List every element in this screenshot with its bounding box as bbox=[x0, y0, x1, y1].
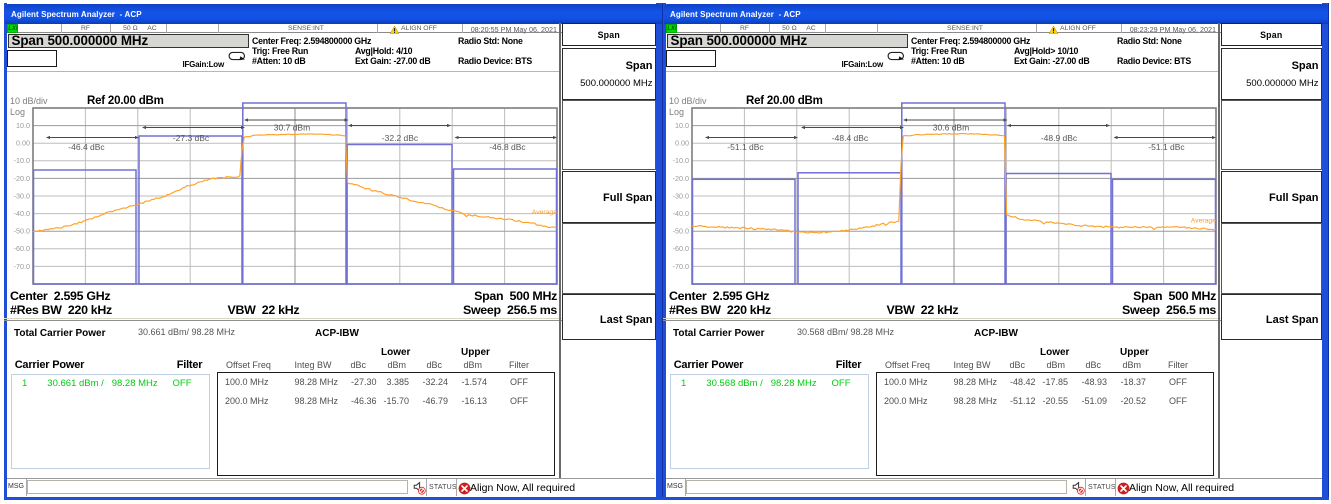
svg-text:-51.1 dBc: -51.1 dBc bbox=[1148, 142, 1185, 152]
svg-text:-32.2 dBc: -32.2 dBc bbox=[382, 133, 419, 143]
svg-text:-48.4 dBc: -48.4 dBc bbox=[832, 133, 869, 143]
svg-text:0.00: 0.00 bbox=[16, 139, 30, 148]
svg-text:-30.0: -30.0 bbox=[14, 191, 30, 200]
svg-text:-46.4 dBc: -46.4 dBc bbox=[68, 142, 105, 152]
svg-text:-60.0: -60.0 bbox=[673, 244, 689, 253]
svg-text:-70.0: -70.0 bbox=[673, 262, 689, 271]
svg-text:-20.0: -20.0 bbox=[14, 174, 30, 183]
svg-text:-70.0: -70.0 bbox=[14, 262, 30, 271]
svg-text:-60.0: -60.0 bbox=[14, 244, 30, 253]
svg-text:30.7 dBm: 30.7 dBm bbox=[274, 122, 310, 132]
svg-text:Average: Average bbox=[532, 209, 557, 216]
svg-text:-10.0: -10.0 bbox=[673, 156, 689, 165]
svg-text:-50.0: -50.0 bbox=[14, 227, 30, 236]
svg-text:-40.0: -40.0 bbox=[673, 209, 689, 218]
svg-text:-20.0: -20.0 bbox=[673, 174, 689, 183]
svg-text:-30.0: -30.0 bbox=[673, 191, 689, 200]
svg-text:10.0: 10.0 bbox=[16, 121, 30, 130]
svg-text:-27.3 dBc: -27.3 dBc bbox=[173, 133, 210, 143]
svg-text:-48.9 dBc: -48.9 dBc bbox=[1041, 133, 1078, 143]
svg-text:-40.0: -40.0 bbox=[14, 209, 30, 218]
svg-text:-46.8 dBc: -46.8 dBc bbox=[489, 142, 526, 152]
svg-text:-51.1 dBc: -51.1 dBc bbox=[727, 142, 764, 152]
svg-text:-10.0: -10.0 bbox=[14, 156, 30, 165]
svg-text:0.00: 0.00 bbox=[675, 139, 689, 148]
svg-text:10.0: 10.0 bbox=[675, 121, 689, 130]
svg-text:-50.0: -50.0 bbox=[673, 227, 689, 236]
svg-text:30.6 dBm: 30.6 dBm bbox=[933, 122, 969, 132]
svg-text:Average: Average bbox=[1191, 218, 1216, 225]
